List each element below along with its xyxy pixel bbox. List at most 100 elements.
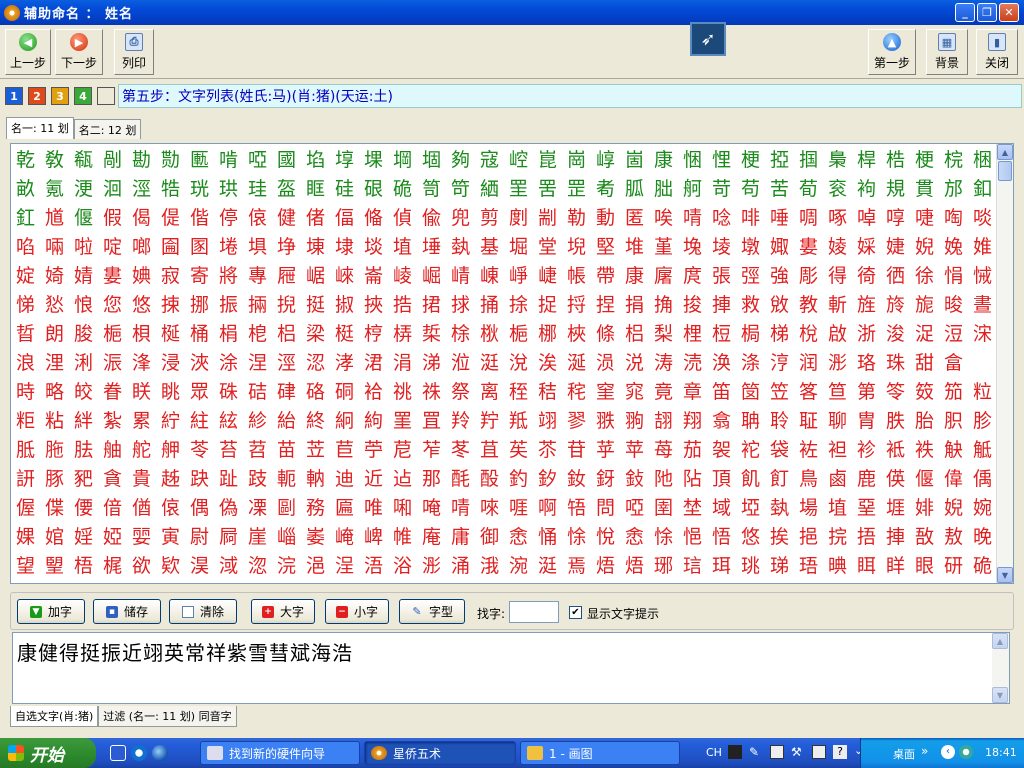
ime-indicator[interactable]: CH bbox=[706, 746, 722, 759]
char-cell[interactable]: 珖 bbox=[185, 173, 214, 202]
char-cell[interactable]: 浙 bbox=[852, 318, 881, 347]
char-cell[interactable]: 梗 bbox=[736, 144, 765, 173]
char-cell[interactable]: 浪 bbox=[11, 347, 40, 376]
restore-button[interactable]: ❐ bbox=[977, 3, 997, 22]
char-cell[interactable]: 挹 bbox=[794, 521, 823, 550]
char-cell[interactable]: 苕 bbox=[243, 434, 272, 463]
char-cell[interactable]: 阽 bbox=[678, 463, 707, 492]
char-cell[interactable]: 苛 bbox=[707, 173, 736, 202]
char-cell[interactable]: 袗 bbox=[852, 434, 881, 463]
char-cell[interactable]: 飣 bbox=[765, 463, 794, 492]
char-cell[interactable]: 偤 bbox=[127, 492, 156, 521]
char-cell[interactable]: 硉 bbox=[272, 376, 301, 405]
char-cell[interactable]: 寇 bbox=[475, 144, 504, 173]
char-cell[interactable]: 埴 bbox=[823, 492, 852, 521]
char-cell[interactable]: 望 bbox=[11, 550, 40, 579]
char-cell[interactable]: 匾 bbox=[330, 492, 359, 521]
char-cell[interactable]: 勘 bbox=[127, 144, 156, 173]
char-cell[interactable]: 珥 bbox=[707, 550, 736, 579]
char-cell[interactable]: 苲 bbox=[417, 434, 446, 463]
char-cell[interactable]: 笛 bbox=[707, 376, 736, 405]
char-cell[interactable]: 桿 bbox=[852, 144, 881, 173]
char-cell[interactable]: 袒 bbox=[823, 434, 852, 463]
char-cell[interactable]: 梛 bbox=[533, 318, 562, 347]
print-button[interactable]: ⎙ 列印 bbox=[114, 29, 154, 75]
char-cell[interactable]: 崖 bbox=[243, 521, 272, 550]
char-cell[interactable]: 堊 bbox=[852, 492, 881, 521]
char-cell[interactable]: 梶 bbox=[98, 550, 127, 579]
char-cell[interactable]: 偠 bbox=[69, 492, 98, 521]
tab-name-1[interactable]: 名一: 11 划 bbox=[6, 117, 74, 139]
char-cell[interactable]: 旎 bbox=[910, 289, 939, 318]
char-cell[interactable]: 眲 bbox=[852, 550, 881, 579]
char-cell[interactable]: 悢 bbox=[69, 289, 98, 318]
char-cell[interactable]: 偍 bbox=[156, 202, 185, 231]
char-cell[interactable]: 啟 bbox=[823, 318, 852, 347]
char-cell[interactable]: 偸 bbox=[417, 202, 446, 231]
screen-icon[interactable] bbox=[812, 745, 826, 759]
next-step-button[interactable]: ▶ 下一步 bbox=[55, 29, 103, 75]
char-cell[interactable]: 鹵 bbox=[823, 463, 852, 492]
char-cell[interactable]: 斬 bbox=[823, 289, 852, 318]
char-cell[interactable]: 啍 bbox=[881, 202, 910, 231]
char-cell[interactable]: 剫 bbox=[504, 202, 533, 231]
char-cell[interactable]: 條 bbox=[591, 318, 620, 347]
char-cell[interactable]: 胐 bbox=[649, 173, 678, 202]
char-cell[interactable]: 啞 bbox=[243, 144, 272, 173]
char-cell[interactable]: 捒 bbox=[156, 289, 185, 318]
char-cell[interactable]: 豝 bbox=[69, 463, 98, 492]
char-cell[interactable]: 悇 bbox=[649, 521, 678, 550]
char-cell[interactable]: 救 bbox=[736, 289, 765, 318]
char-cell[interactable]: 剮 bbox=[98, 144, 127, 173]
background-button[interactable]: ▦ 背景 bbox=[926, 29, 968, 75]
tab-filter-homophones[interactable]: 过滤 (名一: 11 划) 同音字 bbox=[98, 706, 237, 727]
char-cell[interactable]: 涜 bbox=[678, 347, 707, 376]
char-cell[interactable]: 焐 bbox=[620, 550, 649, 579]
char-cell[interactable]: 苔 bbox=[214, 434, 243, 463]
char-cell[interactable]: 將 bbox=[214, 260, 243, 289]
char-cell[interactable]: 啗 bbox=[11, 231, 40, 260]
char-cell[interactable]: 啡 bbox=[736, 202, 765, 231]
char-cell[interactable]: 弳 bbox=[736, 260, 765, 289]
char-cell[interactable]: 悝 bbox=[707, 144, 736, 173]
char-cell[interactable]: 釹 bbox=[562, 463, 591, 492]
char-cell[interactable]: 捉 bbox=[533, 289, 562, 318]
char-cell[interactable]: 剪 bbox=[475, 202, 504, 231]
char-cell[interactable]: 寅 bbox=[156, 521, 185, 550]
char-cell[interactable]: 浰 bbox=[69, 347, 98, 376]
textarea-scrollbar[interactable]: ▲ ▼ bbox=[992, 633, 1009, 703]
char-cell[interactable]: 偊 bbox=[968, 463, 997, 492]
char-cell[interactable]: 婇 bbox=[852, 231, 881, 260]
char-cell[interactable]: 強 bbox=[765, 260, 794, 289]
char-cell[interactable]: 梱 bbox=[968, 144, 997, 173]
char-cell[interactable]: 袋 bbox=[765, 434, 794, 463]
char-cell[interactable]: 掴 bbox=[794, 144, 823, 173]
char-cell[interactable]: 崚 bbox=[388, 260, 417, 289]
char-cell[interactable]: 章 bbox=[678, 376, 707, 405]
char-cell[interactable]: 胝 bbox=[11, 434, 40, 463]
char-cell[interactable]: 崠 bbox=[475, 260, 504, 289]
char-cell[interactable]: 絅 bbox=[330, 405, 359, 434]
char-cell[interactable]: 秷 bbox=[504, 376, 533, 405]
char-cell[interactable]: 偞 bbox=[40, 492, 69, 521]
char-cell[interactable]: 圉 bbox=[649, 492, 678, 521]
char-cell[interactable]: 婗 bbox=[939, 492, 968, 521]
char-cell[interactable]: 釸 bbox=[533, 463, 562, 492]
char-cell[interactable]: 荀 bbox=[794, 173, 823, 202]
minimize-button[interactable]: _ bbox=[955, 3, 975, 22]
char-cell[interactable]: 紸 bbox=[185, 405, 214, 434]
char-cell[interactable]: 婎 bbox=[968, 231, 997, 260]
char-cell[interactable]: 捙 bbox=[707, 289, 736, 318]
browser-icon[interactable] bbox=[152, 745, 168, 761]
char-cell[interactable]: 埢 bbox=[214, 231, 243, 260]
char-cell[interactable]: 假 bbox=[98, 202, 127, 231]
char-cell[interactable]: 梲 bbox=[794, 318, 823, 347]
char-cell[interactable]: 胑 bbox=[939, 405, 968, 434]
char-cell[interactable]: 軛 bbox=[272, 463, 301, 492]
char-cell[interactable]: 眷 bbox=[98, 376, 127, 405]
char-cell[interactable]: 聃 bbox=[736, 405, 765, 434]
char-cell[interactable]: 庵 bbox=[417, 521, 446, 550]
char-cell[interactable]: 聆 bbox=[765, 405, 794, 434]
char-cell[interactable]: 涢 bbox=[591, 347, 620, 376]
char-cell[interactable]: 涓 bbox=[388, 347, 417, 376]
